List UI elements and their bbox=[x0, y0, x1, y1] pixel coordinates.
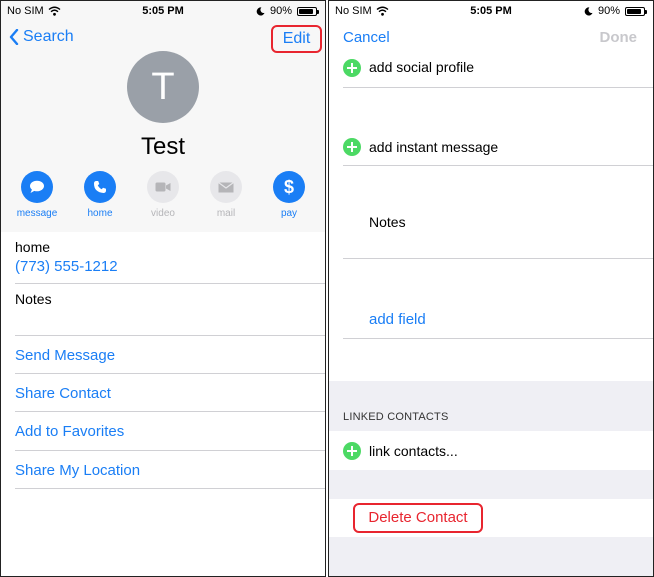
divider bbox=[15, 450, 325, 451]
message-action[interactable]: message bbox=[7, 171, 67, 219]
battery-percent: 90% bbox=[269, 5, 292, 17]
share-my-location-link[interactable]: Share My Location bbox=[15, 462, 140, 479]
contact-actions: message home video mail $ pay bbox=[1, 171, 325, 221]
add-social-profile[interactable]: add social profile bbox=[369, 59, 474, 75]
mail-label: mail bbox=[216, 208, 236, 219]
done-button[interactable]: Done bbox=[600, 29, 638, 46]
status-right: 90% bbox=[584, 5, 647, 17]
divider bbox=[15, 283, 325, 284]
notes-field[interactable]: Notes bbox=[369, 214, 406, 230]
battery-icon bbox=[297, 6, 319, 16]
send-message-link[interactable]: Send Message bbox=[15, 347, 115, 364]
back-button[interactable]: Search bbox=[9, 28, 74, 46]
dollar-icon: $ bbox=[273, 171, 305, 203]
share-contact-link[interactable]: Share Contact bbox=[15, 385, 111, 402]
video-icon bbox=[147, 171, 179, 203]
phone-number-link[interactable]: (773) 555-1212 bbox=[15, 258, 118, 275]
moon-icon bbox=[256, 6, 265, 15]
avatar: T bbox=[127, 51, 199, 123]
chevron-left-icon bbox=[9, 29, 19, 45]
divider bbox=[343, 87, 653, 88]
add-instant-message[interactable]: add instant message bbox=[369, 139, 498, 155]
add-instant-message-icon[interactable] bbox=[343, 138, 361, 156]
status-bar: No SIM 5:05 PM 90% bbox=[1, 1, 325, 21]
linked-contacts-header: LINKED CONTACTS bbox=[343, 411, 449, 423]
contact-name: Test bbox=[140, 133, 185, 160]
divider bbox=[343, 338, 653, 339]
back-label: Search bbox=[23, 28, 74, 45]
notes-label: Notes bbox=[15, 291, 52, 307]
divider bbox=[15, 335, 325, 336]
divider bbox=[343, 258, 653, 259]
link-contacts[interactable]: link contacts... bbox=[369, 443, 458, 459]
edit-button[interactable]: Edit bbox=[271, 25, 322, 53]
add-social-profile-icon[interactable] bbox=[343, 59, 361, 77]
edit-contact-screen: No SIM 5:05 PM 90% Cancel Done add socia… bbox=[328, 0, 654, 577]
message-label: message bbox=[16, 208, 58, 219]
battery-percent: 90% bbox=[597, 5, 620, 17]
divider bbox=[15, 488, 325, 489]
video-action[interactable]: video bbox=[133, 171, 193, 219]
delete-contact-button[interactable]: Delete Contact bbox=[353, 503, 483, 533]
battery-icon bbox=[625, 6, 647, 16]
phone-icon bbox=[84, 171, 116, 203]
pay-label: pay bbox=[280, 208, 298, 219]
home-label: home bbox=[87, 208, 113, 219]
phone-type-label: home bbox=[15, 239, 51, 255]
mail-icon bbox=[210, 171, 242, 203]
divider bbox=[15, 411, 325, 412]
status-right: 90% bbox=[256, 5, 319, 17]
divider bbox=[343, 165, 653, 166]
divider bbox=[15, 373, 325, 374]
moon-icon bbox=[584, 6, 593, 15]
cancel-button[interactable]: Cancel bbox=[343, 29, 390, 46]
contact-detail-screen: No SIM 5:05 PM 90% Search Edit T Test me… bbox=[0, 0, 326, 577]
add-field-button[interactable]: add field bbox=[369, 311, 426, 328]
link-contacts-icon[interactable] bbox=[343, 442, 361, 460]
call-home-action[interactable]: home bbox=[70, 171, 130, 219]
message-icon bbox=[21, 171, 53, 203]
status-bar: No SIM 5:05 PM 90% bbox=[329, 1, 653, 21]
pay-action[interactable]: $ pay bbox=[259, 171, 319, 219]
add-to-favorites-link[interactable]: Add to Favorites bbox=[15, 423, 124, 440]
video-label: video bbox=[151, 208, 175, 219]
mail-action[interactable]: mail bbox=[196, 171, 256, 219]
